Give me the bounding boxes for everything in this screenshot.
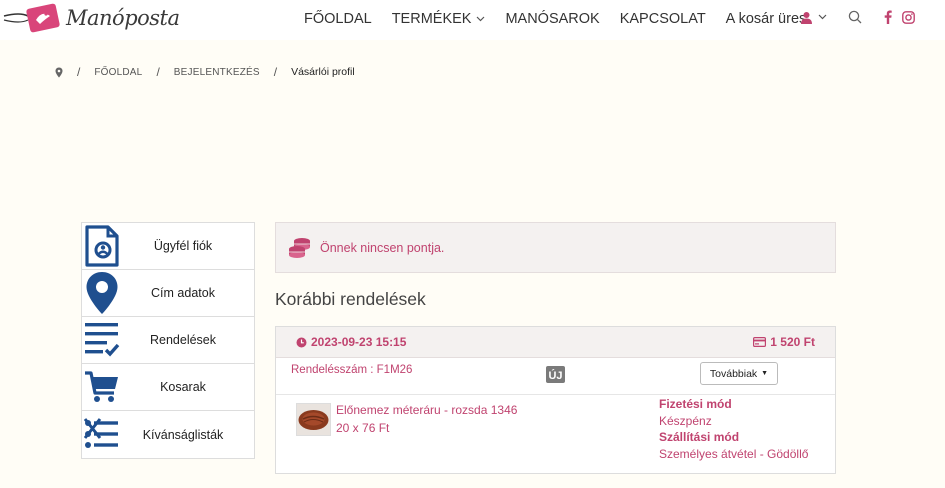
status-badge: ÚJ <box>548 369 562 382</box>
more-button-label: Továbbiak <box>709 367 758 380</box>
order-date: 2023-09-23 15:15 <box>296 335 406 349</box>
nav-fooldal-label: FŐOLDAL <box>304 11 372 27</box>
cart-icon <box>85 371 118 402</box>
logo[interactable]: Manóposta <box>2 2 180 34</box>
points-text: Önnek nincsen pontja. <box>320 240 445 255</box>
order-total: 1 520 Ft <box>753 335 815 349</box>
order-date-text: 2023-09-23 15:15 <box>311 335 407 349</box>
chevron-down-icon <box>818 14 827 20</box>
order-total-text: 1 520 Ft <box>770 335 815 349</box>
felt-roll-image-icon <box>298 410 329 430</box>
sidebar-icon-wrap <box>82 224 122 268</box>
breadcrumb-bejelentkezes[interactable]: BEJELENTKEZÉS <box>174 67 260 78</box>
breadcrumb-separator: / <box>77 65 81 79</box>
search-icon <box>848 10 862 24</box>
sidebar-item-label: Cím adatok <box>151 286 215 300</box>
sidebar-item-wishlists[interactable]: Kívánságlisták <box>82 411 254 458</box>
nav-cart-label: A kosár üres <box>725 11 807 27</box>
sidebar-item-label: Rendelések <box>149 333 216 347</box>
clock-icon <box>296 337 307 347</box>
user-menu[interactable] <box>800 11 827 24</box>
nav-fooldal[interactable]: FŐOLDAL <box>304 11 372 27</box>
order-header: 2023-09-23 15:15 1 520 Ft <box>276 327 835 358</box>
map-pin-icon <box>86 272 118 314</box>
nav-kapcsolat-label: KAPCSOLAT <box>619 11 706 27</box>
breadcrumb: / FŐOLDAL / BEJELENTKEZÉS / Vásárlói pro… <box>55 65 355 79</box>
sidebar-item-label: Kívánságlisták <box>142 427 224 442</box>
sidebar-icon-wrap <box>82 413 122 457</box>
breadcrumb-separator: / <box>156 65 160 79</box>
nav-kapcsolat[interactable]: KAPCSOLAT <box>620 11 706 27</box>
sidebar-item-addresses[interactable]: Cím adatok <box>82 270 254 317</box>
caret-down-icon: ▼ <box>761 370 769 377</box>
nav-manosarok[interactable]: MANÓSAROK <box>505 11 599 27</box>
shipping-method-label: Szállítási mód <box>659 430 740 444</box>
sidebar-icon-wrap <box>82 318 122 362</box>
facebook-icon <box>884 10 892 24</box>
sidebar-icon-wrap <box>82 271 122 315</box>
new-badge-icon: ÚJ <box>546 366 565 383</box>
nav-manosarok-label: MANÓSAROK <box>505 11 600 27</box>
chevron-down-icon <box>477 16 485 22</box>
checklist-icon <box>85 323 120 357</box>
sidebar-item-carts[interactable]: Kosarak <box>82 364 254 411</box>
breadcrumb-fooldal[interactable]: FŐOLDAL <box>94 67 142 78</box>
facebook-link[interactable] <box>884 10 892 24</box>
instagram-link[interactable] <box>902 10 915 24</box>
breadcrumb-current: Vásárlói profil <box>291 66 355 78</box>
main-nav: FŐOLDAL TERMÉKEK MANÓSAROK KAPCSOLAT A k… <box>304 11 826 27</box>
shipping-method-value: Személyes átvétel - Gödöllő <box>659 447 809 461</box>
product-thumbnail[interactable] <box>296 403 331 436</box>
sidebar-item-label: Kosarak <box>160 380 206 394</box>
account-document-icon <box>85 225 119 267</box>
order-summary-row: Rendelésszám : F1M26 ÚJ Továbbiak ▼ <box>276 358 835 395</box>
logo-mark-icon <box>3 3 60 33</box>
sidebar-item-orders[interactable]: Rendelések <box>82 317 254 364</box>
nav-termekek-label: TERMÉKEK <box>391 11 472 27</box>
user-icon <box>801 11 812 24</box>
search-button[interactable] <box>848 10 862 24</box>
section-title: Korábbi rendelések <box>275 289 426 309</box>
site-header: Manóposta FŐOLDAL TERMÉKEK MANÓSAROK KAP… <box>0 0 945 40</box>
payment-method-label: Fizetési mód <box>659 397 732 411</box>
sidebar-item-label: Ügyfél fiók <box>153 239 213 253</box>
product-price: 20 x 76 Ft <box>336 421 390 435</box>
order-item: Előnemez méteráru - rozsda 1346 20 x 76 … <box>276 395 835 473</box>
payment-method-value: Készpénz <box>659 414 712 428</box>
more-dropdown-button[interactable]: Továbbiak ▼ <box>700 362 778 385</box>
map-marker-icon <box>55 67 63 77</box>
instagram-icon <box>902 10 915 24</box>
home-link[interactable] <box>55 67 63 78</box>
credit-card-icon <box>753 337 767 347</box>
coins-icon <box>289 237 310 258</box>
breadcrumb-separator: / <box>273 65 278 79</box>
wishlist-icon <box>84 417 118 448</box>
header-icons <box>800 10 915 24</box>
nav-termekek[interactable]: TERMÉKEK <box>392 11 486 27</box>
logo-text: Manóposta <box>66 6 180 30</box>
order-card: 2023-09-23 15:15 1 520 Ft Rendelésszám :… <box>275 326 836 474</box>
order-number: Rendelésszám : F1M26 <box>291 364 413 376</box>
product-name-link[interactable]: Előnemez méteráru - rozsda 1346 <box>336 403 517 417</box>
sidebar-item-account[interactable]: Ügyfél fiók <box>82 223 254 270</box>
account-sidebar: Ügyfél fiók Cím adatok Rendelések Kosara… <box>81 222 255 459</box>
points-notice: Önnek nincsen pontja. <box>275 222 836 273</box>
nav-cart[interactable]: A kosár üres <box>726 11 807 27</box>
sidebar-icon-wrap <box>82 365 122 409</box>
